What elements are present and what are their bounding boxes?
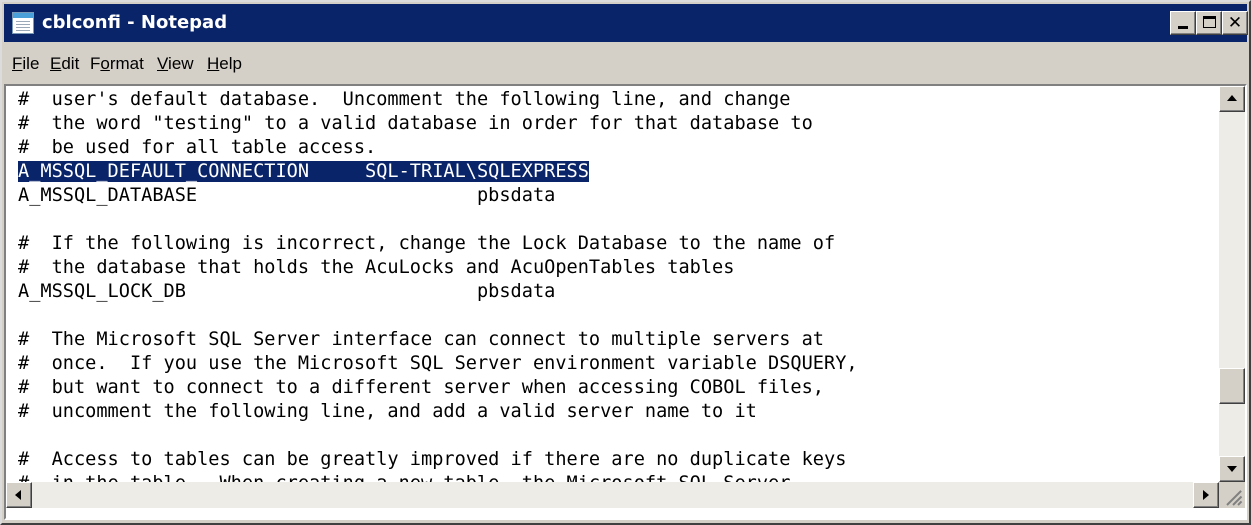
text-line[interactable]: # uncomment the following line, and add … [18, 400, 757, 424]
text-line[interactable]: # The Microsoft SQL Server interface can… [18, 328, 824, 352]
title-bar[interactable]: cblconfi - Notepad ✕ [4, 4, 1248, 42]
scroll-up-button[interactable] [1219, 86, 1245, 112]
grip-icon-small [1237, 500, 1243, 506]
arrow-down-icon [1227, 466, 1237, 472]
text-content-area[interactable]: # user's default database. Uncomment the… [6, 86, 1219, 482]
scroll-left-button[interactable] [6, 482, 32, 508]
close-button[interactable]: ✕ [1222, 11, 1248, 35]
minimize-button[interactable] [1170, 11, 1196, 35]
text-line[interactable]: # in the table. When creating a new tabl… [18, 472, 790, 482]
menu-help[interactable]: Help [207, 54, 242, 74]
text-selection[interactable]: A_MSSQL_DEFAULT_CONNECTION SQL-TRIAL\SQL… [18, 161, 589, 182]
menu-file[interactable]: File [12, 54, 39, 74]
text-line[interactable]: # the database that holds the AcuLocks a… [18, 256, 734, 280]
close-icon: ✕ [1227, 13, 1243, 33]
arrow-right-icon [1203, 490, 1209, 500]
vertical-scroll-thumb[interactable] [1219, 367, 1245, 404]
text-line[interactable]: # the word "testing" to a valid database… [18, 112, 813, 136]
text-line[interactable]: # user's default database. Uncomment the… [18, 88, 790, 112]
vertical-scrollbar[interactable] [1219, 86, 1245, 482]
size-grip[interactable] [1219, 482, 1245, 508]
notepad-icon[interactable] [12, 12, 34, 34]
scroll-right-button[interactable] [1193, 482, 1219, 508]
menu-bar: File Edit Format View Help [4, 44, 1247, 82]
arrow-left-icon [15, 490, 21, 500]
notepad-window: cblconfi - Notepad ✕ File Edit Format Vi… [0, 0, 1251, 525]
text-line[interactable]: # once. If you use the Microsoft SQL Ser… [18, 352, 858, 376]
window-title: cblconfi - Notepad [42, 12, 228, 33]
text-line[interactable]: # Access to tables can be greatly improv… [18, 448, 846, 472]
maximize-icon [1203, 16, 1216, 28]
text-line[interactable]: A_MSSQL_LOCK_DB pbsdata [18, 280, 555, 304]
text-line[interactable]: A_MSSQL_DATABASE pbsdata [18, 184, 555, 208]
menu-edit[interactable]: Edit [50, 54, 79, 74]
text-line[interactable]: # but want to connect to a different ser… [18, 376, 824, 400]
text-line[interactable]: # If the following is incorrect, change … [18, 232, 835, 256]
minimize-icon [1178, 26, 1188, 29]
menu-format[interactable]: Format [90, 54, 144, 74]
horizontal-scrollbar[interactable] [6, 482, 1219, 508]
maximize-button[interactable] [1196, 11, 1222, 35]
arrow-up-icon [1227, 95, 1237, 101]
selected-text-line[interactable]: A_MSSQL_DEFAULT_CONNECTION SQL-TRIAL\SQL… [18, 160, 589, 184]
text-editor[interactable]: # user's default database. Uncomment the… [4, 84, 1247, 520]
scroll-down-button[interactable] [1219, 456, 1245, 482]
menu-view[interactable]: View [157, 54, 194, 74]
text-line[interactable]: # be used for all table access. [18, 136, 376, 160]
